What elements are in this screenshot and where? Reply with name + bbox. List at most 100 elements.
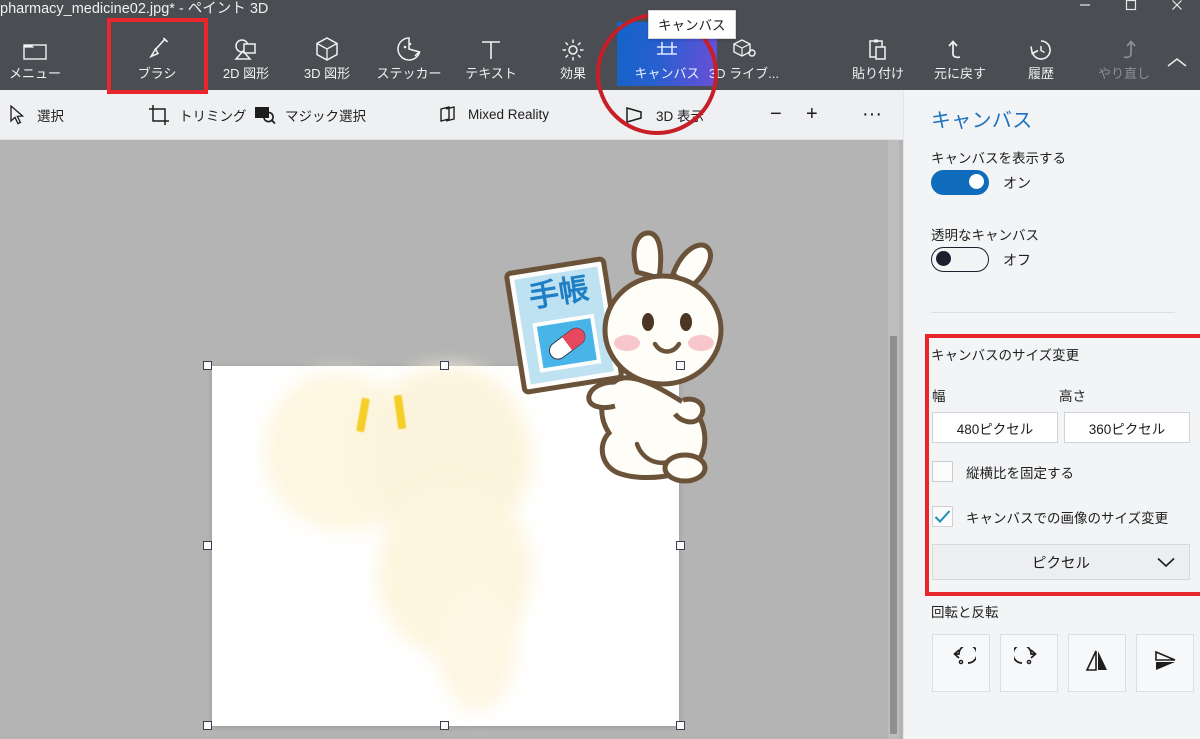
rotate-right-icon (1012, 643, 1044, 680)
ribbon-item-history[interactable]: 履歴 (1002, 22, 1080, 86)
ribbon-item-2d-shapes[interactable]: 2D 図形 (206, 22, 286, 86)
selection-handle[interactable] (440, 721, 449, 730)
ribbon-label: 2D 図形 (222, 66, 270, 81)
ribbon-label: 元に戻す (933, 66, 986, 81)
resize-image-row[interactable]: キャンバスでの画像のサイズ変更 (932, 506, 1168, 527)
rotate-right-button[interactable] (1000, 634, 1058, 692)
shapes-2d-icon (232, 32, 260, 62)
main-ribbon: メニュー ブラシ 2D 図形 3D 図形 ステッカー テキスト 効果 キャンバス… (0, 18, 1200, 90)
tool-3d-view[interactable]: 3D 表示 (625, 90, 704, 139)
tool-label: トリミング (179, 108, 247, 124)
transparent-canvas-toggle-row[interactable]: オフ (931, 247, 1031, 272)
unit-select-value: ピクセル (1032, 555, 1090, 572)
show-canvas-label: キャンバスを表示する (931, 151, 1066, 166)
canvas-vertical-scrollbar[interactable] (888, 140, 899, 739)
selection-handle[interactable] (676, 541, 685, 550)
ribbon-item-sticker[interactable]: ステッカー (367, 22, 451, 86)
height-label: 高さ (1059, 389, 1086, 404)
resize-image-label: キャンバスでの画像のサイズ変更 (966, 510, 1169, 526)
height-value: 360ピクセル (1088, 421, 1166, 437)
ribbon-label: メニュー (8, 66, 61, 81)
effects-icon (561, 32, 585, 62)
tool-select[interactable]: 選択 (6, 90, 64, 139)
resize-section-label: キャンバスのサイズ変更 (931, 348, 1080, 363)
tool-label: 選択 (37, 108, 64, 124)
lock-aspect-checkbox[interactable] (932, 461, 953, 482)
zoom-in-button[interactable]: + (806, 90, 818, 139)
ribbon-label: キャンバス (634, 66, 700, 81)
tool-crop[interactable]: トリミング (148, 90, 247, 139)
flip-horizontal-icon (1151, 647, 1179, 680)
width-input[interactable]: 480ピクセル (932, 412, 1058, 443)
show-canvas-state: オン (1003, 174, 1031, 191)
ribbon-item-effects[interactable]: 効果 (534, 22, 612, 86)
zoom-out-icon: − (770, 103, 782, 125)
ribbon-label: 3D 図形 (303, 66, 351, 81)
chevron-up-icon[interactable] (1160, 48, 1194, 78)
selection-handle[interactable] (203, 541, 212, 550)
ribbon-item-menu[interactable]: メニュー (4, 22, 66, 86)
ribbon-label: ブラシ (137, 66, 177, 81)
zoom-out-button[interactable]: − (770, 90, 782, 139)
sticker-icon (396, 32, 422, 62)
magic-select-icon (254, 104, 276, 126)
lock-aspect-row[interactable]: 縦横比を固定する (932, 461, 1074, 482)
selection-handle[interactable] (203, 361, 212, 370)
window-title: pharmacy_medicine02.jpg* - ペイント 3D (0, 1, 269, 17)
scrollbar-thumb[interactable] (890, 336, 897, 734)
ribbon-label: やり直し (1097, 66, 1150, 81)
text-icon (479, 32, 503, 62)
undo-icon (947, 32, 973, 62)
selection-handle[interactable] (676, 361, 685, 370)
transparent-canvas-toggle[interactable] (931, 247, 989, 272)
height-input[interactable]: 360ピクセル (1064, 412, 1190, 443)
mixed-reality-icon (437, 104, 459, 126)
minimize-icon[interactable] (1062, 0, 1108, 16)
show-canvas-toggle[interactable] (931, 170, 989, 195)
title-bar: pharmacy_medicine02.jpg* - ペイント 3D (0, 0, 1200, 18)
ribbon-label: ステッカー (376, 66, 442, 81)
canvas-blob (437, 581, 517, 711)
resize-image-checkbox[interactable] (932, 506, 953, 527)
zoom-in-icon: + (806, 103, 818, 125)
ribbon-item-redo[interactable]: やり直し (1084, 22, 1164, 86)
maximize-icon[interactable] (1108, 0, 1154, 16)
rabbit-illustration: 手帳 (497, 230, 742, 490)
ribbon-item-brush[interactable]: ブラシ (108, 22, 206, 86)
selection-handle[interactable] (203, 721, 212, 730)
unit-select[interactable]: ピクセル (932, 544, 1190, 580)
more-options-button[interactable]: ··· (862, 90, 882, 139)
width-value: 480ピクセル (956, 421, 1034, 437)
cursor-select-icon (6, 104, 28, 126)
transparent-canvas-label: 透明なキャンバス (931, 228, 1039, 243)
rotate-left-button[interactable] (932, 634, 990, 692)
tooltip-label: キャンバス (658, 18, 726, 33)
ribbon-item-text[interactable]: テキスト (452, 22, 530, 86)
flip-vertical-button[interactable] (1068, 634, 1126, 692)
paste-icon (866, 32, 890, 62)
redo-icon (1111, 32, 1137, 62)
selection-handle[interactable] (676, 721, 685, 730)
ribbon-label: 履歴 (1027, 66, 1054, 81)
folder-icon (22, 32, 48, 62)
ribbon-item-paste[interactable]: 貼り付け (838, 22, 918, 86)
ribbon-label: テキスト (465, 66, 517, 81)
toggle-knob (969, 174, 984, 189)
canvas-work-area[interactable]: 手帳 (0, 140, 903, 739)
tool-mixed-reality[interactable]: Mixed Reality (437, 90, 549, 139)
check-icon (934, 510, 951, 523)
selection-handle[interactable] (440, 361, 449, 370)
ribbon-item-undo[interactable]: 元に戻す (921, 22, 999, 86)
toggle-knob (936, 251, 951, 266)
brush-icon (143, 32, 171, 62)
close-icon[interactable] (1154, 0, 1200, 16)
rotate-left-icon (946, 643, 978, 680)
ribbon-item-3d-shapes[interactable]: 3D 図形 (287, 22, 367, 86)
tool-magic-select[interactable]: マジック選択 (254, 90, 366, 139)
tool-label: Mixed Reality (468, 107, 550, 122)
canvas-settings-panel: キャンバス キャンバスを表示する オン 透明なキャンバス オフ キャンバスのサイ… (903, 90, 1200, 739)
flip-vertical-icon (1083, 647, 1111, 680)
flip-horizontal-button[interactable] (1136, 634, 1194, 692)
show-canvas-toggle-row[interactable]: オン (931, 170, 1031, 195)
tool-label: マジック選択 (285, 108, 366, 124)
